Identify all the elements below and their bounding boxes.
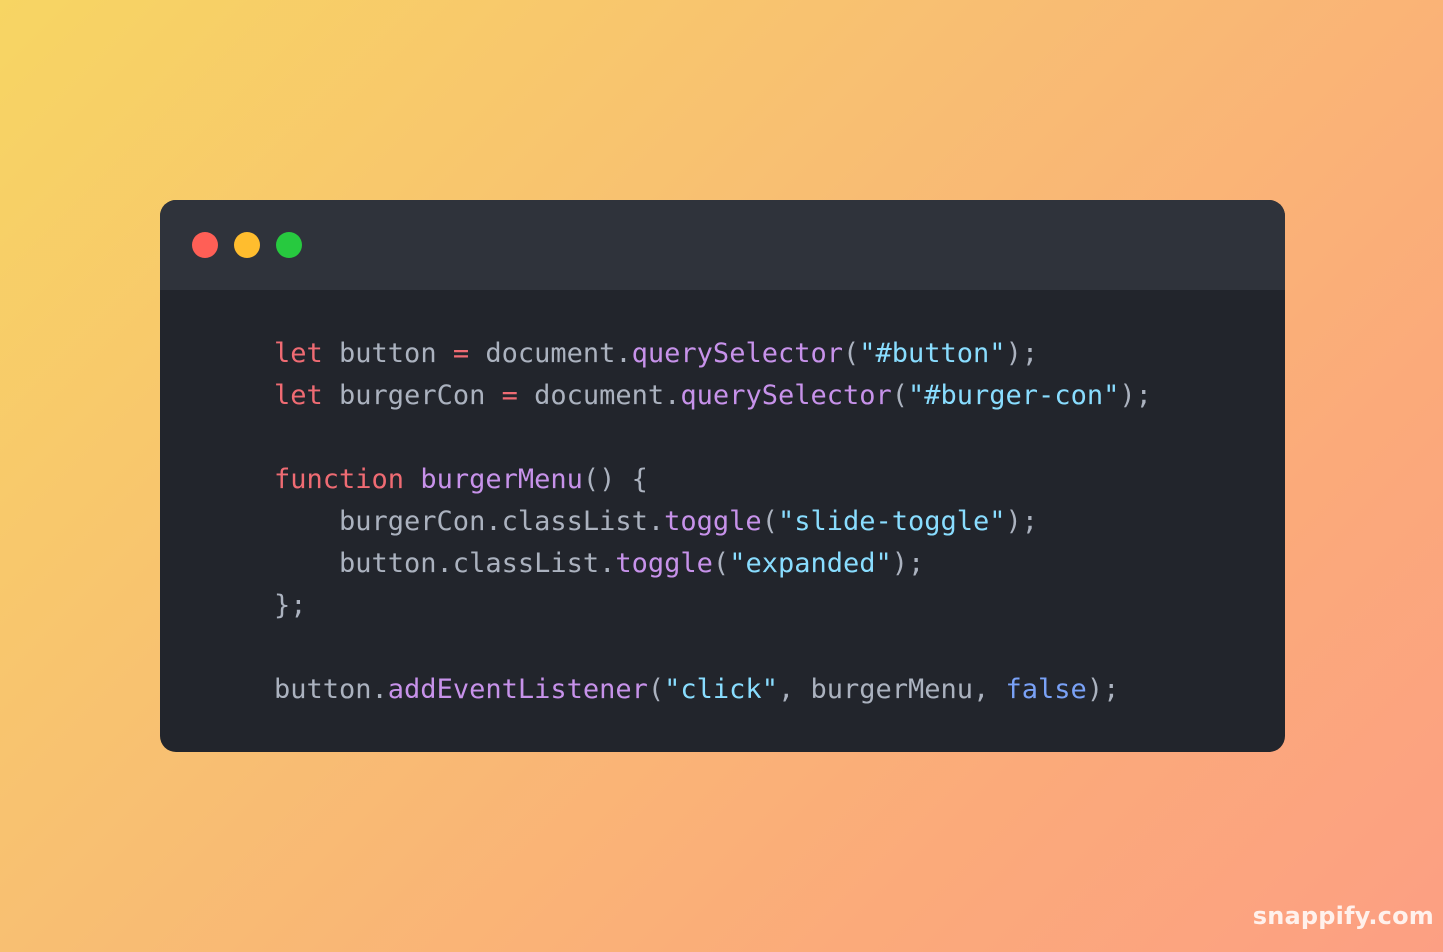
code-token-keyword: function (274, 464, 405, 495)
code-token-func: querySelector (680, 380, 892, 411)
code-token-punct: ( (647, 674, 665, 705)
close-window-dot-icon[interactable] (192, 232, 218, 258)
window-titlebar (160, 200, 1285, 290)
code-token-punct: ); (1086, 674, 1120, 705)
minimize-window-dot-icon[interactable] (234, 232, 260, 258)
code-token-op: = (452, 338, 470, 369)
code-token-punct: ); (1005, 338, 1039, 369)
code-token-punct: , burgerMenu, (777, 674, 1006, 705)
code-token-punct: }; (274, 590, 307, 621)
code-token-punct: ( (712, 548, 730, 579)
code-token-string: "#burger-con" (908, 380, 1120, 411)
code-token-plain: button. (274, 674, 388, 705)
code-window: let button = document.querySelector("#bu… (160, 200, 1285, 752)
code-line: }; (274, 585, 1152, 627)
code-token-func: toggle (615, 548, 713, 579)
code-token-func: querySelector (631, 338, 843, 369)
code-token-punct: ); (891, 548, 925, 579)
code-token-punct: ); (1119, 380, 1152, 411)
code-line: let button = document.querySelector("#bu… (274, 333, 1152, 375)
code-token-keyword: let (274, 338, 323, 369)
code-token-plain: document. (469, 338, 632, 369)
code-token-bool: false (1005, 674, 1087, 705)
code-token-punct: ( (842, 338, 860, 369)
code-token-plain: button (322, 338, 453, 369)
code-token-string: "click" (664, 674, 778, 705)
code-token-func: addEventListener (387, 674, 648, 705)
code-token-plain: document. (517, 380, 681, 411)
code-token-plain: button.classList. (274, 548, 616, 579)
code-line: burgerCon.classList.toggle("slide-toggle… (274, 501, 1152, 543)
code-line: let burgerCon = document.querySelector("… (274, 375, 1152, 417)
code-token-func: toggle (664, 506, 762, 537)
code-line: button.classList.toggle("expanded"); (274, 543, 1152, 585)
code-token-plain: burgerCon (322, 380, 502, 411)
code-block: let button = document.querySelector("#bu… (274, 333, 1152, 711)
code-token-string: "expanded" (729, 548, 892, 579)
code-token-punct: ( (761, 506, 778, 537)
code-token-plain: burgerCon.classList. (274, 506, 665, 537)
code-token-op: = (501, 380, 518, 411)
code-line: function burgerMenu() { (274, 459, 1152, 501)
code-token-keyword: let (274, 380, 323, 411)
code-token-func: burgerMenu (420, 464, 583, 495)
snappify-watermark: snappify.com (1252, 902, 1434, 930)
code-token-string: "#button" (859, 338, 1006, 369)
code-token-string: "slide-toggle" (777, 506, 1006, 537)
code-token-punct: ); (1005, 506, 1039, 537)
code-token-punct: () { (582, 464, 648, 495)
maximize-window-dot-icon[interactable] (276, 232, 302, 258)
code-token-punct: ( (891, 380, 909, 411)
code-line: button.addEventListener("click", burgerM… (274, 669, 1152, 711)
